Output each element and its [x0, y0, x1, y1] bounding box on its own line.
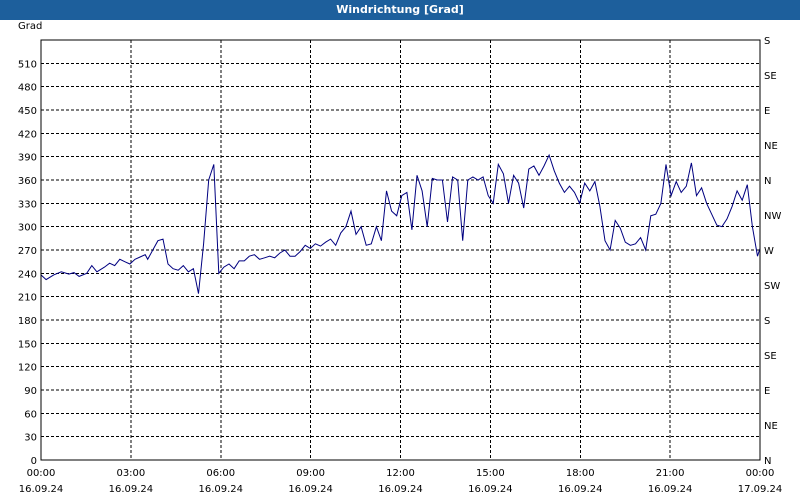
x-tick-time: 03:00: [116, 468, 145, 479]
y-tick-label: 450: [18, 106, 37, 117]
x-tick-date: 16.09.24: [648, 484, 693, 495]
x-tick-time: 12:00: [386, 468, 415, 479]
y-tick-label: 300: [18, 223, 37, 234]
y-tick-label: 90: [24, 386, 37, 397]
compass-tick-label: NE: [764, 141, 778, 152]
compass-tick-label: SE: [764, 351, 777, 362]
x-tick-time: 21:00: [656, 468, 685, 479]
x-tick-time: 15:00: [476, 468, 505, 479]
x-tick-time: 18:00: [566, 468, 595, 479]
x-tick-date: 16.09.24: [558, 484, 603, 495]
x-tick-date: 16.09.24: [19, 484, 64, 495]
x-tick-date: 16.09.24: [378, 484, 423, 495]
y-tick-label: 30: [24, 433, 37, 444]
compass-tick-label: E: [764, 386, 770, 397]
y-tick-label: 330: [18, 199, 37, 210]
x-tick-time: 00:00: [746, 468, 775, 479]
x-tick-date: 16.09.24: [198, 484, 243, 495]
compass-tick-label: W: [764, 246, 774, 257]
compass-tick-label: NW: [764, 211, 781, 222]
compass-tick-label: SE: [764, 71, 777, 82]
y-tick-label: 510: [18, 59, 37, 70]
compass-tick-label: E: [764, 106, 770, 117]
chart-window: Windrichtung [Grad] 0 30 60 90 120 150 180 210 2…: [0, 0, 800, 500]
y-tick-label: 150: [18, 339, 37, 350]
compass-tick-label: S: [764, 36, 770, 47]
y-tick-label: 0: [31, 456, 37, 467]
x-tick-time: 06:00: [206, 468, 235, 479]
compass-tick-label: NE: [764, 421, 778, 432]
x-tick-date: 16.09.24: [468, 484, 513, 495]
compass-tick-label: S: [764, 316, 770, 327]
wind-direction-chart: 0 30 60 90 120 150 180 210 240 270 300 330 360 390 420…: [18, 21, 783, 495]
x-tick-date: 17.09.24: [738, 484, 783, 495]
window-title: Windrichtung [Grad]: [0, 0, 800, 20]
y-tick-label: 180: [18, 316, 37, 327]
x-tick-date: 16.09.24: [288, 484, 333, 495]
x-tick-time: 00:00: [27, 468, 56, 479]
compass-tick-label: N: [764, 456, 771, 467]
y-tick-label: 390: [18, 153, 37, 164]
compass-tick-label: N: [764, 176, 771, 187]
y-tick-label: 210: [18, 293, 37, 304]
y-tick-label: 420: [18, 129, 37, 140]
y-tick-label: 270: [18, 246, 37, 257]
y-tick-label: 240: [18, 269, 37, 280]
y-axis-label: Grad: [18, 21, 42, 32]
y-tick-label: 360: [18, 176, 37, 187]
y-tick-label: 120: [18, 363, 37, 374]
y-tick-label: 60: [24, 409, 37, 420]
x-tick-date: 16.09.24: [109, 484, 154, 495]
compass-tick-label: SW: [764, 281, 780, 292]
y-tick-label: 480: [18, 83, 37, 94]
x-tick-time: 09:00: [296, 468, 325, 479]
